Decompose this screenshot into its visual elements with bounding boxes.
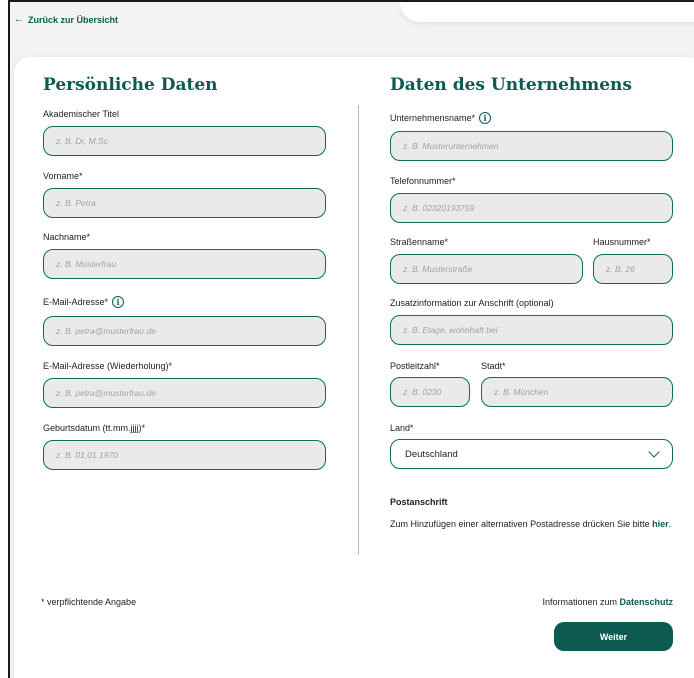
alternative-address-link[interactable]: hier xyxy=(652,519,669,529)
house-number-label: Hausnummer* xyxy=(593,237,651,247)
phone-input[interactable]: z. B. 02320193759 xyxy=(390,193,673,223)
city-label-text: Stadt* xyxy=(481,361,506,371)
postal-address-suffix: . xyxy=(668,519,672,529)
personal-data-title: Persönliche Daten xyxy=(43,75,218,95)
back-link-label: Zurück zur Übersicht xyxy=(28,14,119,25)
phone-label-text: Telefonnummer* xyxy=(390,176,456,186)
country-label: Land* xyxy=(390,423,414,433)
street-input[interactable]: z. B. Musterstraße xyxy=(390,254,583,284)
birthdate-input[interactable]: z. B. 01.01.1970 xyxy=(43,440,326,470)
last-name-label-text: Nachname* xyxy=(43,232,91,242)
country-select[interactable]: Deutschland xyxy=(390,439,673,469)
email-label-text: E-Mail-Adresse* xyxy=(43,297,109,307)
window-border-top xyxy=(8,0,694,2)
info-icon[interactable]: i xyxy=(479,112,492,124)
postal-code-label: Postleitzahl* xyxy=(390,361,440,371)
header-card xyxy=(400,2,694,22)
postal-address-description: Zum Hinzufügen einer alternativen Postad… xyxy=(390,519,653,529)
email-repeat-label: E-Mail-Adresse (Wiederholung)* xyxy=(43,361,172,371)
email-repeat-input[interactable]: z. B. petra@musterfrau.de xyxy=(43,378,326,408)
street-label-text: Straßenname* xyxy=(390,237,449,247)
privacy-prefix: Informationen zum xyxy=(542,597,620,607)
email-label: E-Mail-Adresse* i xyxy=(43,296,125,308)
city-input[interactable]: z. B. München xyxy=(481,377,673,407)
company-data-title: Daten des Unternehmens xyxy=(390,75,632,95)
academic-title-input[interactable]: z. B. Dr, M.Sc xyxy=(43,126,326,156)
postal-address-title: Postanschrift xyxy=(390,497,448,507)
company-name-label-text: Unternehmensname* xyxy=(390,113,476,123)
company-name-input[interactable]: z. B. Musterunternehmen xyxy=(390,131,673,161)
window-border-left xyxy=(8,0,10,678)
last-name-input[interactable]: z. B. Musterfrau xyxy=(43,249,326,279)
country-label-text: Land* xyxy=(390,423,414,433)
chevron-down-icon xyxy=(648,446,660,458)
privacy-link[interactable]: Datenschutz xyxy=(619,597,673,607)
phone-label: Telefonnummer* xyxy=(390,176,456,186)
academic-title-label: Akademischer Titel xyxy=(43,109,119,119)
arrow-left-icon: ← xyxy=(14,14,24,25)
required-fields-note: * verpflichtende Angabe xyxy=(41,597,137,607)
country-select-value: Deutschland xyxy=(405,448,458,460)
city-label: Stadt* xyxy=(481,361,506,371)
privacy-info: Informationen zum Datenschutz xyxy=(542,597,673,607)
house-number-input[interactable]: z. B. 26 xyxy=(593,254,673,284)
email-input[interactable]: z. B. petra@musterfrau.de xyxy=(43,316,326,346)
company-name-label: Unternehmensname* i xyxy=(390,112,492,124)
house-number-label-text: Hausnummer* xyxy=(593,237,651,247)
street-label: Straßenname* xyxy=(390,237,448,247)
info-icon[interactable]: i xyxy=(112,296,125,308)
back-to-overview-link[interactable]: ← Zurück zur Übersicht xyxy=(14,14,118,25)
birthdate-label-text: Geburtsdatum (tt.mm.jjjj)* xyxy=(43,423,146,433)
column-divider xyxy=(358,105,359,555)
address-extra-label-text: Zusatzinformation zur Anschrift (optiona… xyxy=(390,298,554,308)
birthdate-label: Geburtsdatum (tt.mm.jjjj)* xyxy=(43,423,145,433)
address-extra-input[interactable]: z. B. Etage, wohnhaft bei xyxy=(390,315,673,345)
first-name-input[interactable]: z. B. Petra xyxy=(43,188,326,218)
address-extra-label: Zusatzinformation zur Anschrift (optiona… xyxy=(390,298,554,308)
academic-title-label-text: Akademischer Titel xyxy=(43,109,120,119)
last-name-label: Nachname* xyxy=(43,232,90,242)
postal-code-input[interactable]: z. B. 0230 xyxy=(390,377,470,407)
email-repeat-label-text: E-Mail-Adresse (Wiederholung)* xyxy=(43,361,173,371)
first-name-label-text: Vorname* xyxy=(43,171,83,181)
postal-address-text: Zum Hinzufügen einer alternativen Postad… xyxy=(390,517,680,532)
next-button[interactable]: Weiter xyxy=(554,622,673,651)
first-name-label: Vorname* xyxy=(43,171,83,181)
postal-code-label-text: Postleitzahl* xyxy=(390,361,440,371)
